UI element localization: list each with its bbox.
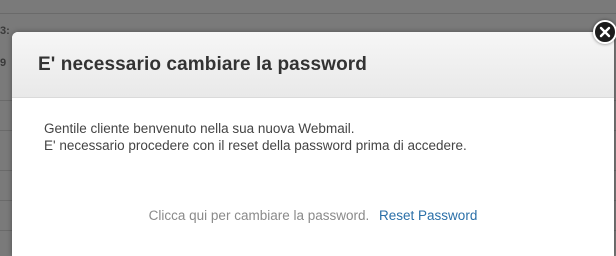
welcome-message: Gentile cliente benvenuto nella sua nuov… bbox=[44, 121, 355, 136]
modal-title: E' necessario cambiare la password bbox=[38, 54, 367, 75]
modal-header: E' necessario cambiare la password bbox=[12, 32, 614, 98]
reset-password-link[interactable]: Reset Password bbox=[379, 208, 477, 223]
footer-prompt: Clicca qui per cambiare la password. bbox=[148, 208, 370, 223]
background-divider bbox=[0, 13, 616, 14]
background-text-fragment: 3: bbox=[0, 25, 10, 37]
reset-instruction: E' necessario procedere con il reset del… bbox=[44, 138, 467, 153]
password-change-modal: E' necessario cambiare la password Genti… bbox=[12, 32, 614, 256]
modal-body: Gentile cliente benvenuto nella sua nuov… bbox=[44, 120, 467, 154]
modal-footer: Clicca qui per cambiare la password. Res… bbox=[12, 208, 614, 223]
background-text-fragment: 9 bbox=[0, 57, 7, 69]
close-icon bbox=[599, 26, 611, 38]
close-button[interactable] bbox=[593, 20, 616, 44]
